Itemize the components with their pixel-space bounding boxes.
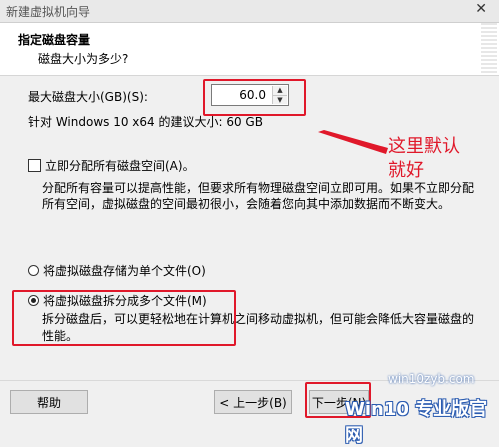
title-bar: 新建虚拟机向导 ✕ bbox=[0, 0, 499, 23]
single-file-radio[interactable] bbox=[28, 265, 39, 276]
watermark-logo: Win10 专业版官网 bbox=[345, 399, 488, 446]
help-button[interactable]: 帮助 bbox=[10, 390, 88, 414]
allocate-description: 分配所有容量可以提高性能，但要求所有物理磁盘空间立即可用。如果不立即分配所有空间… bbox=[42, 181, 475, 211]
single-file-label[interactable]: 将虚拟磁盘存储为单个文件(O) bbox=[43, 262, 206, 279]
disk-size-label: 最大磁盘大小(GB)(S): bbox=[28, 90, 148, 104]
annotation-arrow-icon bbox=[318, 130, 388, 154]
annotation-text: 这里默认就好 bbox=[388, 136, 460, 181]
single-file-option[interactable]: 将虚拟磁盘存储为单个文件(O) bbox=[28, 262, 206, 279]
annotation-highlight-option bbox=[12, 290, 236, 346]
wizard-header: 指定磁盘容量 磁盘大小为多少? bbox=[0, 23, 499, 76]
allocate-now-option[interactable]: 立即分配所有磁盘空间(A)。 bbox=[28, 157, 195, 174]
close-icon[interactable]: ✕ bbox=[475, 1, 487, 17]
page-title: 指定磁盘容量 bbox=[18, 33, 91, 47]
allocate-now-label[interactable]: 立即分配所有磁盘空间(A)。 bbox=[45, 157, 195, 174]
allocate-now-checkbox[interactable] bbox=[28, 159, 41, 172]
watermark-url: win10zyb.com bbox=[388, 372, 475, 386]
page-subtitle: 磁盘大小为多少? bbox=[38, 52, 129, 66]
window-title: 新建虚拟机向导 bbox=[6, 5, 91, 19]
annotation-highlight-size bbox=[203, 79, 306, 116]
back-button[interactable]: < 上一步(B) bbox=[214, 390, 292, 414]
header-edge-decoration bbox=[481, 23, 497, 75]
